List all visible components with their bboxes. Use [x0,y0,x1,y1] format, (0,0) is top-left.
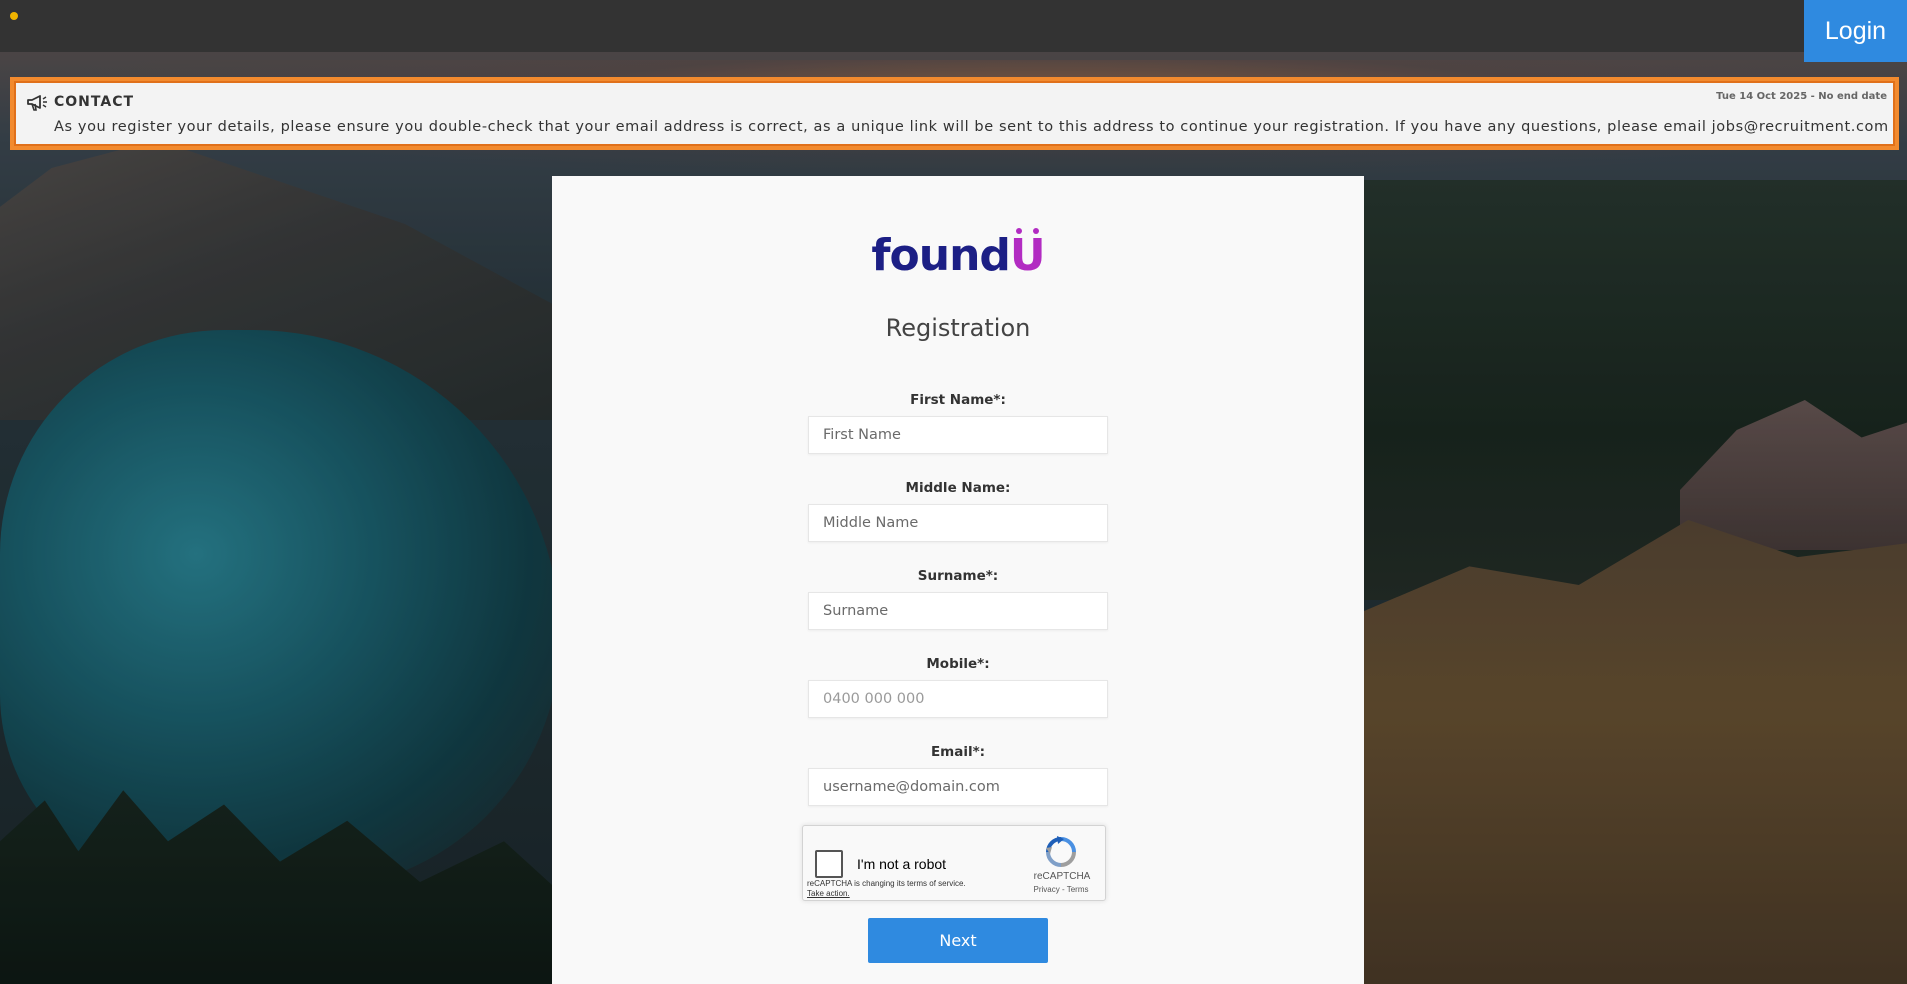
status-dot-icon [10,12,18,20]
mobile-group: Mobile*: [808,656,1108,718]
recaptcha-brand: reCAPTCHA [1033,871,1091,882]
banner-date: Tue 14 Oct 2025 - No end date [1716,91,1887,102]
recaptcha-take-action-link[interactable]: Take action. [807,889,850,898]
surname-input[interactable] [808,592,1108,630]
email-label: Email*: [930,744,986,760]
recaptcha-privacy-terms-links[interactable]: Privacy - Terms [1019,885,1103,894]
logo-prefix: found [871,230,1011,281]
login-button[interactable]: Login [1804,0,1907,62]
recaptcha-note: reCAPTCHA is changing its terms of servi… [807,879,966,899]
banner-title: CONTACT [54,94,135,110]
first-name-group: First Name*: [808,392,1108,454]
middle-name-group: Middle Name: [808,480,1108,542]
foundu-logo: foundU [552,230,1364,281]
first-name-input[interactable] [808,416,1108,454]
middle-name-input[interactable] [808,504,1108,542]
mobile-label: Mobile*: [926,656,990,672]
email-input[interactable] [808,768,1108,806]
recaptcha-checkbox[interactable] [815,850,843,878]
recaptcha-widget: I'm not a robot reCAPTCHA is changing it… [802,825,1106,901]
middle-name-label: Middle Name: [905,480,1011,496]
page-title: Registration [885,314,1031,342]
banner-message: As you register your details, please ens… [54,119,1889,135]
announcement-banner: CONTACT Tue 14 Oct 2025 - No end date As… [10,77,1899,150]
next-button[interactable]: Next [868,918,1048,963]
recaptcha-logo-icon [1046,836,1076,867]
megaphone-icon [27,95,47,111]
registration-card: foundU Registration First Name*: Middle … [552,176,1364,984]
surname-label: Surname*: [917,568,999,584]
surname-group: Surname*: [808,568,1108,630]
recaptcha-label: I'm not a robot [857,856,947,872]
top-bar [0,0,1907,52]
email-group: Email*: [808,744,1108,806]
logo-suffix: U [1009,230,1046,281]
mobile-input[interactable] [808,680,1108,718]
recaptcha-note-text: reCAPTCHA is changing its terms of servi… [807,879,966,888]
first-name-label: First Name*: [910,392,1006,408]
